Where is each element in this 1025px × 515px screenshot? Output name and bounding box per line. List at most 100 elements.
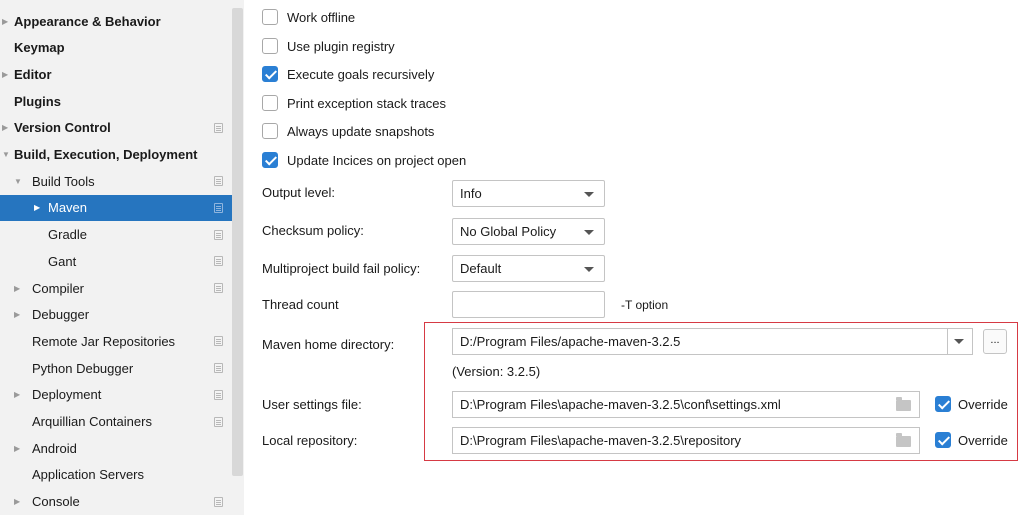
caret-right-icon[interactable]: ▶ <box>14 444 20 453</box>
checksum-policy-select[interactable]: No Global Policy <box>452 218 605 245</box>
caret-right-icon[interactable]: ▶ <box>2 17 8 26</box>
checkbox[interactable] <box>262 123 278 139</box>
output-level-value: Info <box>460 186 482 201</box>
multiproject-fail-policy-select[interactable]: Default <box>452 255 605 282</box>
combobox-separator <box>947 329 948 354</box>
checkbox[interactable] <box>262 38 278 54</box>
checkbox[interactable] <box>262 66 278 82</box>
override-checkbox[interactable] <box>935 396 951 412</box>
sidebar-item[interactable]: ▶ Maven <box>0 194 232 221</box>
sidebar-item[interactable]: Arquillian Containers <box>0 409 232 435</box>
folder-icon[interactable] <box>896 433 911 447</box>
option-checkbox-row[interactable]: Execute goals recursively <box>262 62 434 86</box>
folder-icon[interactable] <box>896 397 911 411</box>
sidebar-item-label: Debugger <box>32 307 90 323</box>
project-settings-icon <box>214 336 223 347</box>
option-checkbox-row[interactable]: Print exception stack traces <box>262 91 446 115</box>
project-settings-icon <box>214 122 223 133</box>
caret-right-icon[interactable]: ▶ <box>14 497 20 506</box>
sidebar-item[interactable]: Plugins <box>0 88 232 114</box>
sidebar-item[interactable]: ▶ Appearance & Behavior <box>0 8 232 34</box>
sidebar-item[interactable]: ▼ Build, Execution, Deployment <box>0 142 232 168</box>
sidebar-item-label: Build, Execution, Deployment <box>14 147 198 162</box>
option-checkbox-row[interactable]: Work offline <box>262 5 355 29</box>
thread-count-input[interactable] <box>452 291 605 318</box>
sidebar-item-label: Compiler <box>32 280 85 296</box>
project-settings-icon <box>214 202 223 213</box>
sidebar-item[interactable]: Gant <box>0 248 232 274</box>
checksum-policy-label: Checksum policy: <box>262 223 364 238</box>
sidebar-item-label: Editor <box>14 66 52 82</box>
project-settings-icon <box>214 389 223 400</box>
caret-right-icon[interactable]: ▶ <box>2 123 8 132</box>
option-checkbox-row[interactable]: Update Incices on project open <box>262 148 466 172</box>
sidebar-item[interactable]: ▶ Compiler <box>0 275 232 301</box>
sidebar-item[interactable]: ▼ Build Tools <box>0 168 232 194</box>
chevron-down-icon <box>584 192 594 197</box>
sidebar-item-label: Keymap <box>14 40 65 56</box>
sidebar-item-label: Build Tools <box>32 173 95 189</box>
checkbox[interactable] <box>262 9 278 25</box>
caret-right-icon[interactable]: ▶ <box>14 390 20 399</box>
option-checkbox-row[interactable]: Always update snapshots <box>262 119 434 143</box>
project-settings-icon <box>214 176 223 187</box>
local-repository-override[interactable]: Override <box>935 432 1008 448</box>
maven-home-combobox[interactable]: D:/Program Files/apache-maven-3.2.5 <box>452 328 973 355</box>
override-label: Override <box>958 396 1008 412</box>
browse-button[interactable]: ... <box>983 329 1007 354</box>
checkbox-label: Always update snapshots <box>287 123 435 139</box>
sidebar-item-label: Remote Jar Repositories <box>32 333 176 349</box>
checkbox-label: Use plugin registry <box>287 38 395 54</box>
checksum-policy-value: No Global Policy <box>460 224 557 239</box>
multiproject-fail-policy-value: Default <box>460 261 502 276</box>
maven-version-text: (Version: 3.2.5) <box>452 364 541 379</box>
sidebar-item-label: Plugins <box>14 93 61 109</box>
checkbox[interactable] <box>262 95 278 111</box>
override-checkbox[interactable] <box>935 432 951 448</box>
caret-down-icon[interactable]: ▼ <box>2 150 10 159</box>
override-label: Override <box>958 432 1008 448</box>
sidebar-item[interactable]: Gradle <box>0 222 232 248</box>
sidebar-item-label: Console <box>32 494 80 510</box>
chevron-down-icon <box>954 339 964 344</box>
settings-sidebar: ▶ Appearance & Behavior Keymap ▶ Editor Plugi… <box>0 0 244 515</box>
sidebar-item[interactable]: Python Debugger <box>0 355 232 381</box>
sidebar-item[interactable]: ▶ Deployment <box>0 382 232 408</box>
local-repository-value: D:\Program Files\apache-maven-3.2.5\repo… <box>460 433 742 448</box>
caret-right-icon[interactable]: ▶ <box>14 284 20 293</box>
sidebar-item-label: Appearance & Behavior <box>14 13 161 29</box>
checkbox-label: Execute goals recursively <box>287 66 435 82</box>
output-level-select[interactable]: Info <box>452 180 605 207</box>
user-settings-input[interactable]: D:\Program Files\apache-maven-3.2.5\conf… <box>452 391 920 418</box>
caret-down-icon[interactable]: ▼ <box>14 177 22 186</box>
caret-right-icon[interactable]: ▶ <box>34 203 40 212</box>
local-repository-input[interactable]: D:\Program Files\apache-maven-3.2.5\repo… <box>452 427 920 454</box>
sidebar-item[interactable]: ▶ Version Control <box>0 115 232 141</box>
sidebar-item[interactable]: ▶ Android <box>0 435 232 461</box>
caret-right-icon[interactable]: ▶ <box>14 310 20 319</box>
multiproject-fail-policy-label: Multiproject build fail policy: <box>262 261 421 276</box>
project-settings-icon <box>214 363 223 374</box>
sidebar-item-label: Python Debugger <box>32 360 134 376</box>
checkbox-label: Print exception stack traces <box>287 95 446 111</box>
sidebar-item-label: Deployment <box>32 387 102 403</box>
user-settings-override[interactable]: Override <box>935 396 1008 412</box>
sidebar-scrollbar[interactable] <box>232 8 243 476</box>
project-settings-icon <box>214 416 223 427</box>
chevron-down-icon <box>584 267 594 272</box>
sidebar-item[interactable]: ▶ Editor <box>0 61 232 87</box>
chevron-down-icon <box>584 230 594 235</box>
checkbox-label: Update Incices on project open <box>287 152 467 168</box>
project-settings-icon <box>214 256 223 267</box>
sidebar-item[interactable]: Application Servers <box>0 462 232 488</box>
sidebar-item-label: Android <box>32 440 77 456</box>
sidebar-item[interactable]: Keymap <box>0 35 232 61</box>
maven-home-label: Maven home directory: <box>262 337 395 352</box>
sidebar-item[interactable]: Remote Jar Repositories <box>0 328 232 354</box>
caret-right-icon[interactable]: ▶ <box>2 70 8 79</box>
checkbox[interactable] <box>262 152 278 168</box>
sidebar-item[interactable]: ▶ Debugger <box>0 302 232 328</box>
option-checkbox-row[interactable]: Use plugin registry <box>262 34 395 58</box>
sidebar-item[interactable]: ▶ Console <box>0 489 232 515</box>
output-level-label: Output level: <box>262 185 335 200</box>
